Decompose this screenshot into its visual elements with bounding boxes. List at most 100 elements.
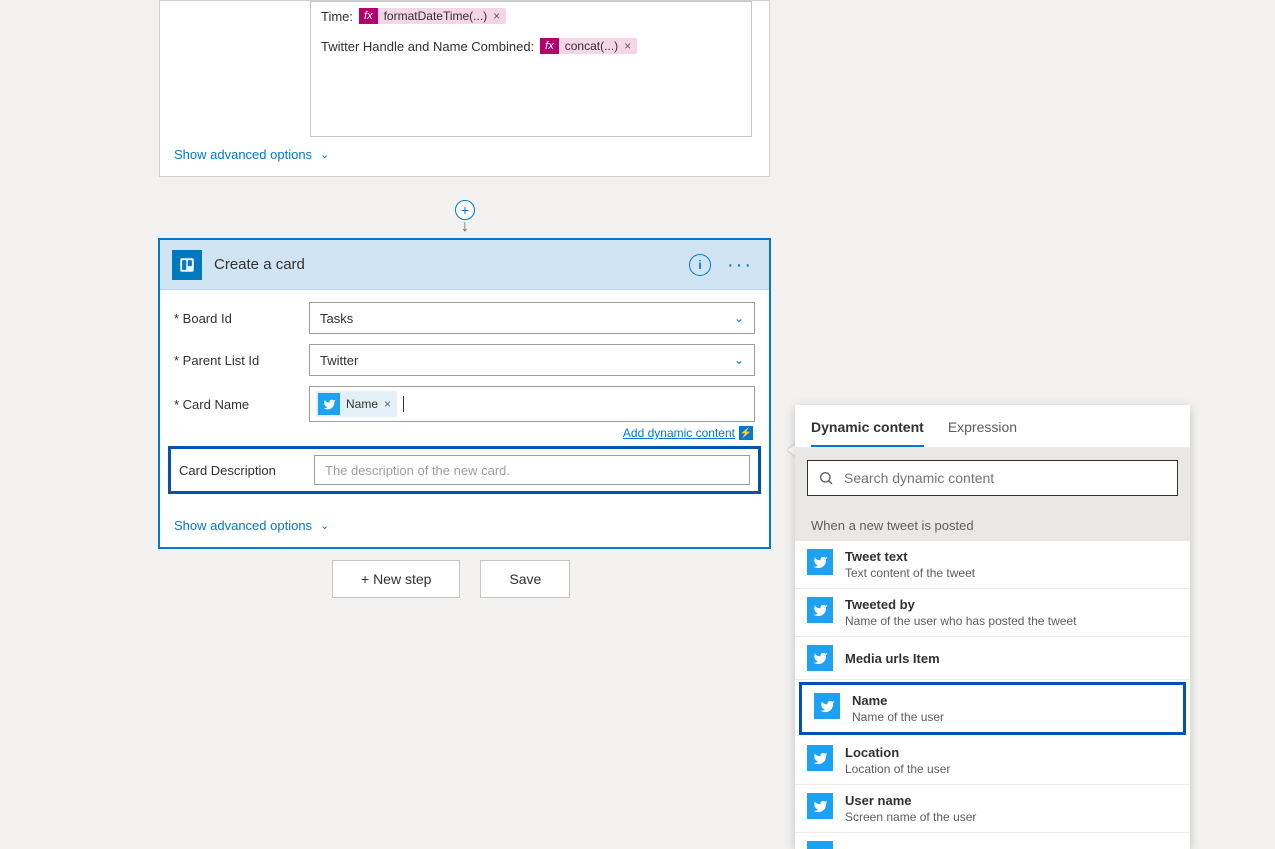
board-id-label: * Board Id <box>174 311 309 326</box>
text-cursor <box>403 396 404 412</box>
twitter-icon <box>807 645 833 671</box>
dynamic-content-item[interactable]: Name Name of the user <box>799 682 1186 735</box>
show-advanced-link[interactable]: Show advanced options ⌄ <box>174 518 329 533</box>
action-header[interactable]: Create a card i ··· <box>160 240 769 290</box>
remove-token-icon[interactable]: × <box>384 397 391 411</box>
token-text: Name <box>346 397 378 411</box>
panel-tabs: Dynamic content Expression <box>795 405 1190 448</box>
item-text: User name Screen name of the user <box>845 793 976 824</box>
fx-icon: fx <box>359 8 378 24</box>
new-step-button[interactable]: + New step <box>332 560 460 598</box>
dynamic-content-panel: Dynamic content Expression When a new tw… <box>795 405 1190 849</box>
item-text: Location Location of the user <box>845 745 950 776</box>
arrow-down-icon: ↓ <box>461 218 469 236</box>
action-title: Create a card <box>214 256 677 273</box>
items-list[interactable]: Tweet textText content of the tweetTweet… <box>795 541 1190 849</box>
card-description-label: Card Description <box>179 463 314 478</box>
dynamic-content-item[interactable]: User name Screen name of the user <box>795 785 1190 833</box>
item-desc: Name of the user who has posted the twee… <box>845 614 1076 628</box>
twitter-icon <box>318 393 340 415</box>
card-name-label: * Card Name <box>174 397 309 412</box>
parent-list-label: * Parent List Id <box>174 353 309 368</box>
add-step-button[interactable]: + <box>455 200 475 220</box>
item-title: Media urls Item <box>845 651 940 666</box>
search-box[interactable] <box>807 460 1178 496</box>
action-menu-button[interactable]: ··· <box>723 260 757 270</box>
time-fx-text: formatDateTime(...) <box>384 9 488 23</box>
twitter-icon <box>807 793 833 819</box>
search-icon <box>818 470 834 486</box>
card-description-input[interactable]: The description of the new card. <box>314 455 750 485</box>
parent-list-dropdown[interactable]: Twitter ⌄ <box>309 344 755 376</box>
parent-list-row: * Parent List Id Twitter ⌄ <box>174 344 755 376</box>
item-text: Media urls Item <box>845 651 940 666</box>
twitter-icon <box>814 693 840 719</box>
item-text: Tweeted by Name of the user who has poste… <box>845 597 1076 628</box>
item-desc: Location of the user <box>845 762 950 776</box>
dynamic-content-link-row: Add dynamic content ⚡ <box>174 426 755 440</box>
item-title: Tweet text <box>845 549 975 564</box>
dynamic-content-item[interactable]: Media urls Item <box>795 637 1190 680</box>
item-title: Location <box>845 745 950 760</box>
twitter-icon <box>807 549 833 575</box>
dyn-link-text: Add dynamic content <box>623 426 735 440</box>
dynamic-content-icon: ⚡ <box>739 426 753 440</box>
bottom-buttons: + New step Save <box>332 560 570 598</box>
board-id-row: * Board Id Tasks ⌄ <box>174 302 755 334</box>
item-text: Tweet text Text content of the tweet <box>845 549 975 580</box>
dynamic-content-item[interactable]: Location Location of the user <box>795 737 1190 785</box>
flow-connector: + ↓ <box>455 200 475 240</box>
card-name-row: * Card Name Name × <box>174 386 755 422</box>
item-title: Tweeted by <box>845 597 1076 612</box>
handle-fx-text: concat(...) <box>565 39 618 53</box>
item-desc: Text content of the tweet <box>845 566 975 580</box>
handle-fx-chip[interactable]: fx concat(...) × <box>540 38 637 54</box>
tab-dynamic-content[interactable]: Dynamic content <box>811 419 924 447</box>
chevron-down-icon: ⌄ <box>320 148 329 161</box>
chevron-down-icon: ⌄ <box>320 519 329 532</box>
twitter-icon <box>807 841 833 849</box>
dynamic-content-item[interactable]: Tweet text Text content of the tweet <box>795 541 1190 589</box>
board-id-value: Tasks <box>320 311 353 326</box>
item-title: Name <box>852 693 944 708</box>
create-card-action: Create a card i ··· * Board Id Tasks ⌄ *… <box>158 238 771 549</box>
time-row: Time: fx formatDateTime(...) × <box>321 8 741 24</box>
search-wrap <box>795 448 1190 508</box>
section-header: When a new tweet is posted <box>795 508 1190 541</box>
item-desc: Screen name of the user <box>845 810 976 824</box>
chevron-down-icon: ⌄ <box>734 311 744 325</box>
chevron-down-icon: ⌄ <box>734 353 744 367</box>
item-desc: Name of the user <box>852 710 944 724</box>
fx-icon: fx <box>540 38 559 54</box>
time-label: Time: <box>321 9 353 24</box>
item-title: User name <box>845 793 976 808</box>
search-input[interactable] <box>844 470 1167 486</box>
card-name-input[interactable]: Name × <box>309 386 755 422</box>
parent-list-value: Twitter <box>320 353 358 368</box>
remove-chip-icon[interactable]: × <box>493 9 500 23</box>
trello-icon <box>172 250 202 280</box>
twitter-icon <box>807 745 833 771</box>
add-dynamic-content-link[interactable]: Add dynamic content ⚡ <box>623 426 753 440</box>
desc-placeholder: The description of the new card. <box>325 463 510 478</box>
dynamic-content-item[interactable]: Tweeted by Name of the user who has poste… <box>795 589 1190 637</box>
info-icon[interactable]: i <box>689 254 711 276</box>
name-token[interactable]: Name × <box>316 391 397 417</box>
time-fx-chip[interactable]: fx formatDateTime(...) × <box>359 8 506 24</box>
previous-action-card: Time: fx formatDateTime(...) × Twitter H… <box>159 0 770 177</box>
show-advanced-link[interactable]: Show advanced options ⌄ <box>174 147 329 162</box>
item-text: Name Name of the user <box>852 693 944 724</box>
card-description-row: Card Description The description of the … <box>179 455 750 485</box>
advanced-label: Show advanced options <box>174 147 312 162</box>
previous-input-box[interactable]: Time: fx formatDateTime(...) × Twitter H… <box>310 1 752 137</box>
action-form: * Board Id Tasks ⌄ * Parent List Id Twit… <box>160 290 769 512</box>
dynamic-content-item[interactable]: Description <box>795 833 1190 849</box>
remove-chip-icon[interactable]: × <box>624 39 631 53</box>
tab-expression[interactable]: Expression <box>948 419 1017 447</box>
handle-row: Twitter Handle and Name Combined: fx con… <box>321 38 741 54</box>
save-button[interactable]: Save <box>480 560 570 598</box>
twitter-icon <box>807 597 833 623</box>
previous-action-body: Time: fx formatDateTime(...) × Twitter H… <box>160 1 769 137</box>
advanced-label: Show advanced options <box>174 518 312 533</box>
board-id-dropdown[interactable]: Tasks ⌄ <box>309 302 755 334</box>
